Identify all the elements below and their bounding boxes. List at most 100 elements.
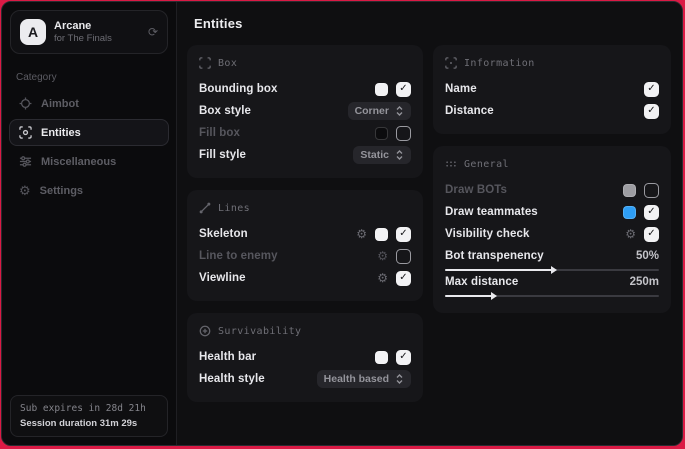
gear-icon[interactable]: ⚙ (356, 228, 367, 240)
row-label: Draw teammates (445, 206, 538, 218)
page-title: Entities (194, 16, 671, 31)
color-swatch[interactable] (375, 127, 388, 140)
line-icon (199, 202, 211, 214)
row-name: Name (445, 78, 659, 100)
row-viewline: Viewline ⚙ (199, 267, 411, 289)
color-swatch[interactable] (375, 83, 388, 96)
checkbox[interactable] (396, 350, 411, 365)
slider-thumb[interactable] (551, 266, 557, 274)
row-label: Visibility check (445, 228, 530, 240)
row-label: Draw BOTs (445, 184, 507, 196)
checkbox[interactable] (644, 205, 659, 220)
checkbox[interactable] (644, 104, 659, 119)
row-label: Health style (199, 373, 265, 385)
category-label: Category (16, 72, 162, 83)
health-style-dropdown[interactable]: Health based (317, 370, 411, 388)
slider-label: Max distance (445, 276, 518, 288)
checkbox[interactable] (644, 227, 659, 242)
general-card: General Draw BOTs Draw teammates (433, 146, 671, 313)
dropdown-value: Static (360, 149, 389, 161)
row-label: Distance (445, 105, 494, 117)
box-style-dropdown[interactable]: Corner (348, 102, 411, 120)
checkbox[interactable] (396, 271, 411, 286)
color-swatch[interactable] (623, 184, 636, 197)
grid-dots-icon (445, 158, 457, 170)
sidebar-item-miscellaneous[interactable]: Miscellaneous (9, 148, 169, 175)
checkbox[interactable] (396, 249, 411, 264)
app-logo: A (20, 19, 46, 45)
gear-icon: ⚙ (19, 184, 31, 197)
sidebar-item-label: Entities (41, 127, 81, 139)
sidebar: A Arcane for The Finals ⟳ Category Aimbo… (2, 2, 177, 445)
chevron-updown-icon (395, 150, 404, 160)
checkbox[interactable] (396, 227, 411, 242)
gear-icon[interactable]: ⚙ (377, 272, 388, 284)
checkbox[interactable] (396, 82, 411, 97)
session-duration-text: Session duration 31m 29s (20, 418, 158, 429)
checkbox[interactable] (644, 183, 659, 198)
row-label: Viewline (199, 272, 246, 284)
max-distance-slider: Max distance 250m (445, 276, 659, 297)
section-title: Lines (218, 203, 250, 214)
row-label: Skeleton (199, 228, 248, 240)
subscription-info: Sub expires in 28d 21h Session duration … (10, 395, 168, 437)
row-box-style: Box style Corner (199, 100, 411, 122)
row-distance: Distance (445, 100, 659, 122)
gear-icon[interactable]: ⚙ (625, 228, 636, 240)
color-swatch[interactable] (375, 351, 388, 364)
chevron-updown-icon (395, 374, 404, 384)
dropdown-value: Corner (355, 105, 389, 117)
chevron-updown-icon (395, 106, 404, 116)
row-label: Name (445, 83, 477, 95)
color-swatch[interactable] (375, 228, 388, 241)
box-card: Box Bounding box Box style Corner (187, 45, 423, 178)
gear-icon[interactable]: ⚙ (377, 250, 388, 262)
row-line-to-enemy: Line to enemy ⚙ (199, 245, 411, 267)
row-label: Line to enemy (199, 250, 278, 262)
color-swatch[interactable] (623, 206, 636, 219)
row-health-style: Health style Health based (199, 368, 411, 390)
checkbox[interactable] (396, 126, 411, 141)
sidebar-item-label: Aimbot (41, 98, 79, 110)
sliders-icon (19, 155, 32, 168)
main-panel: Entities Box Bounding box (177, 2, 682, 445)
fill-style-dropdown[interactable]: Static (353, 146, 411, 164)
row-bounding-box: Bounding box (199, 78, 411, 100)
row-label: Fill box (199, 127, 240, 139)
brand-card: A Arcane for The Finals ⟳ (10, 10, 168, 54)
slider-value: 250m (630, 276, 659, 288)
sidebar-item-label: Miscellaneous (41, 156, 116, 168)
section-title: Information (464, 58, 535, 69)
sidebar-item-aimbot[interactable]: Aimbot (9, 90, 169, 117)
sidebar-item-entities[interactable]: Entities (9, 119, 169, 146)
slider-thumb[interactable] (491, 292, 497, 300)
row-label: Health bar (199, 351, 256, 363)
app-subtitle: for The Finals (54, 33, 112, 44)
row-fill-box: Fill box (199, 122, 411, 144)
slider-value: 50% (636, 250, 659, 262)
app-window: A Arcane for The Finals ⟳ Category Aimbo… (1, 1, 683, 446)
slider-track[interactable] (445, 269, 659, 271)
refresh-icon[interactable]: ⟳ (148, 26, 158, 38)
dropdown-value: Health based (324, 373, 389, 385)
row-label: Bounding box (199, 83, 278, 95)
box-corners-icon (199, 57, 211, 69)
section-title: Survivability (218, 326, 301, 337)
sub-expiry-text: Sub expires in 28d 21h (20, 403, 158, 414)
row-draw-teammates: Draw teammates (445, 201, 659, 223)
sidebar-item-label: Settings (40, 185, 83, 197)
crosshair-icon (19, 97, 32, 110)
row-draw-bots: Draw BOTs (445, 179, 659, 201)
row-visibility-check: Visibility check ⚙ (445, 223, 659, 245)
slider-track[interactable] (445, 295, 659, 297)
information-card: Information Name Distance (433, 45, 671, 134)
app-title: Arcane (54, 20, 112, 32)
row-label: Fill style (199, 149, 246, 161)
sidebar-item-settings[interactable]: ⚙ Settings (9, 177, 169, 204)
checkbox[interactable] (644, 82, 659, 97)
scan-target-icon (445, 57, 457, 69)
row-skeleton: Skeleton ⚙ (199, 223, 411, 245)
row-fill-style: Fill style Static (199, 144, 411, 166)
row-health-bar: Health bar (199, 346, 411, 368)
health-cross-icon (199, 325, 211, 337)
